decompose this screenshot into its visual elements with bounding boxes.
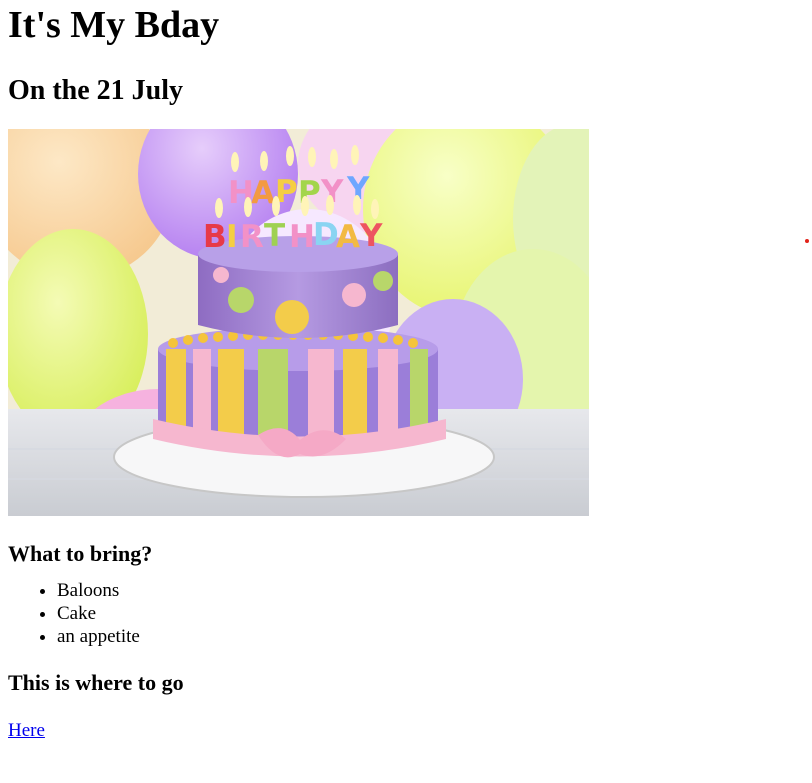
list-item: Cake xyxy=(57,602,804,625)
here-link[interactable]: Here xyxy=(8,720,45,742)
svg-text:H: H xyxy=(289,219,315,255)
marker-dot xyxy=(805,239,809,243)
page: It's My Bday On the 21 July H A P P Y Y … xyxy=(0,0,812,742)
svg-text:A: A xyxy=(336,219,360,255)
birthday-cake-image: H A P P Y Y B I R T H D A Y xyxy=(8,129,589,516)
bring-list: Baloons Cake an appetite xyxy=(8,579,804,648)
page-subtitle: On the 21 July xyxy=(8,75,184,106)
go-heading: This is where to go xyxy=(8,670,184,695)
page-title: It's My Bday xyxy=(8,4,220,46)
svg-text:A: A xyxy=(251,175,275,211)
svg-text:I: I xyxy=(226,219,238,255)
svg-text:Y: Y xyxy=(359,218,383,254)
svg-text:T: T xyxy=(264,218,285,254)
list-item: Baloons xyxy=(57,579,804,602)
svg-text:D: D xyxy=(313,217,339,253)
svg-text:B: B xyxy=(203,219,227,255)
svg-text:R: R xyxy=(240,219,264,255)
bring-heading: What to bring? xyxy=(8,541,153,566)
list-item: an appetite xyxy=(57,625,804,648)
